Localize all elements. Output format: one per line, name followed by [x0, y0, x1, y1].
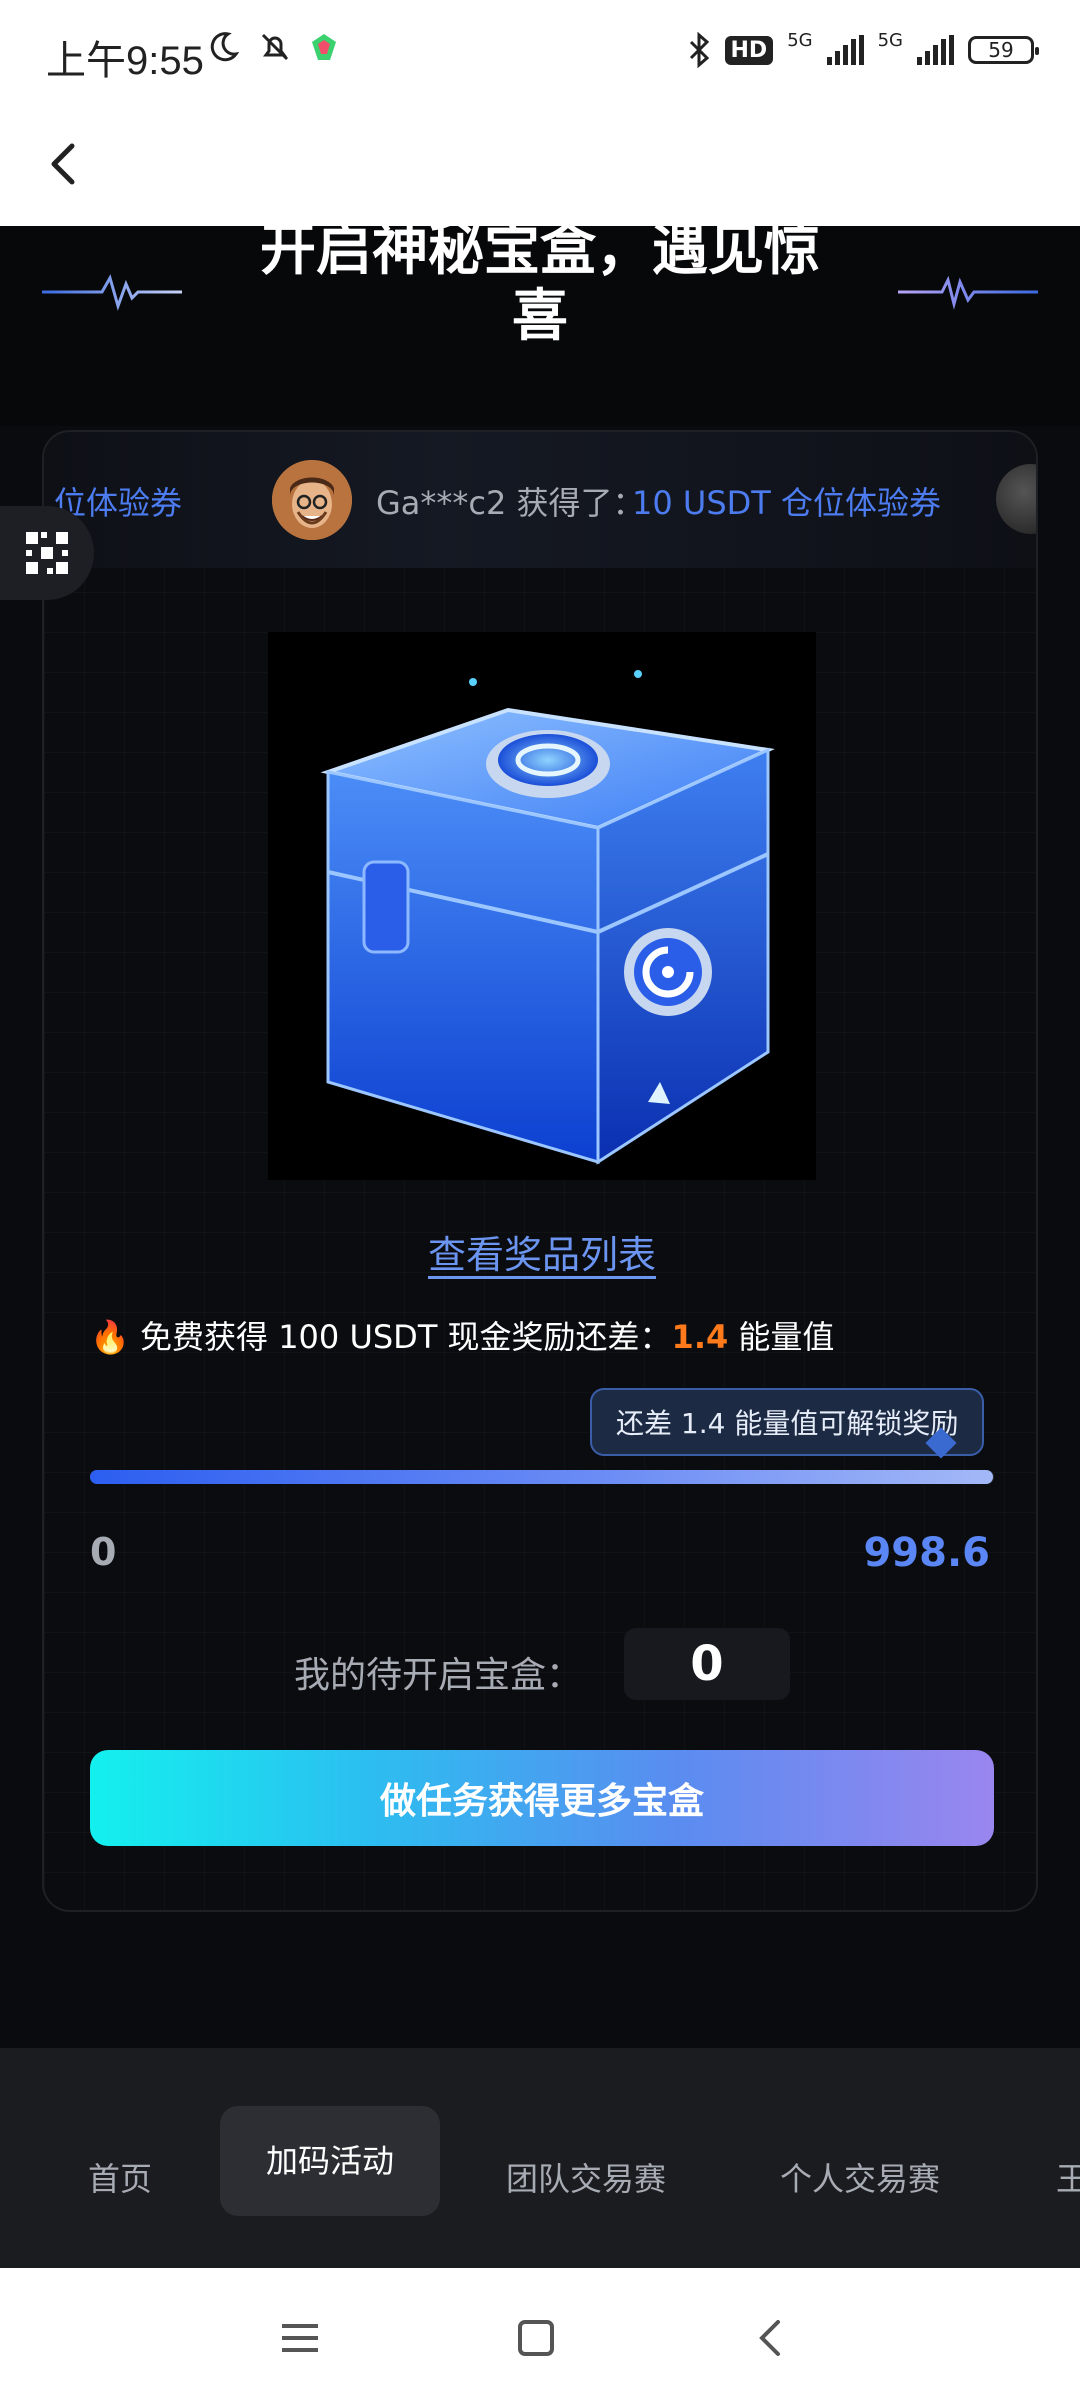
moon-icon [210, 32, 240, 62]
status-bar: 上午9:55 HD 5G 5G 59 [0, 0, 1080, 108]
reward-progress-info: 🔥 免费获得 100 USDT 现金奖励还差：1.4 能量值 [90, 1312, 834, 1358]
energy-progress-fill [90, 1470, 994, 1484]
app-header [0, 108, 1080, 226]
prize-list-link[interactable]: 查看奖品列表 [44, 1224, 1036, 1279]
tab-team-contest[interactable]: 团队交易赛 [506, 2154, 666, 2200]
back-arrow-icon[interactable] [36, 134, 96, 194]
progress-current: 998.6 [863, 1530, 990, 1576]
bluetooth-icon [689, 32, 709, 68]
ticker-user-text: Ga***c2 获得了： [376, 484, 645, 522]
energy-progress-bar [90, 1470, 994, 1484]
mystery-box-card: 位体验券 Ga***c2 获得了： 10 USDT 仓位体验券 查看奖品列表 🔥… [42, 430, 1038, 1912]
progress-min: 0 [90, 1530, 117, 1574]
hero-banner: 开启神秘宝盒，遇见惊喜 [0, 218, 1080, 426]
home-square-icon[interactable] [506, 2308, 566, 2368]
tab-bonus-activity[interactable]: 加码活动 [220, 2106, 440, 2216]
battery-icon: 59 [968, 36, 1039, 64]
network-type-2: 5G [877, 29, 903, 51]
signal-icon [826, 35, 864, 65]
floating-qr-button[interactable] [0, 506, 94, 600]
status-time: 上午9:55 [46, 39, 204, 83]
bottom-tab-bar: 首页 加码活动 团队交易赛 个人交易赛 王 [0, 2048, 1080, 2268]
pending-box-label: 我的待开启宝盒： [294, 1655, 583, 1696]
menu-icon[interactable] [270, 2308, 330, 2368]
pulse-line-left-icon [42, 274, 182, 311]
network-type-1: 5G [787, 29, 813, 51]
reward-info-value: 1.4 [671, 1318, 729, 1356]
do-tasks-button[interactable]: 做任务获得更多宝盒 [90, 1750, 994, 1846]
winner-ticker: 位体验券 Ga***c2 获得了： 10 USDT 仓位体验券 [44, 432, 1036, 568]
tab-home[interactable]: 首页 [88, 2154, 152, 2200]
system-nav-bar [0, 2268, 1080, 2400]
reward-info-prefix: 免费获得 100 USDT 现金奖励还差： [140, 1318, 672, 1356]
mystery-box-image[interactable] [268, 632, 816, 1180]
hd-badge: HD [724, 35, 774, 65]
user-avatar-icon [272, 460, 352, 540]
app-notification-icon [312, 34, 336, 60]
bell-off-icon [261, 33, 289, 61]
tab-personal-contest[interactable]: 个人交易赛 [780, 2154, 940, 2200]
pending-box-count: 0 [624, 1628, 790, 1700]
pulse-line-right-icon [898, 275, 1038, 310]
hero-title: 开启神秘宝盒，遇见惊喜 [260, 218, 820, 349]
reward-info-suffix: 能量值 [738, 1318, 835, 1356]
fire-icon: 🔥 [90, 1318, 130, 1356]
unlock-tooltip: 还差 1.4 能量值可解锁奖励 [590, 1388, 985, 1456]
ticker-prize-text: 10 USDT 仓位体验券 [632, 484, 941, 522]
back-icon[interactable] [742, 2308, 802, 2368]
avatar [272, 460, 352, 540]
avatar-next [996, 464, 1036, 534]
signal-icon-2 [917, 35, 954, 65]
tab-more[interactable]: 王 [1056, 2154, 1080, 2200]
qr-code-icon [26, 532, 68, 574]
treasure-box-icon [320, 670, 775, 1165]
